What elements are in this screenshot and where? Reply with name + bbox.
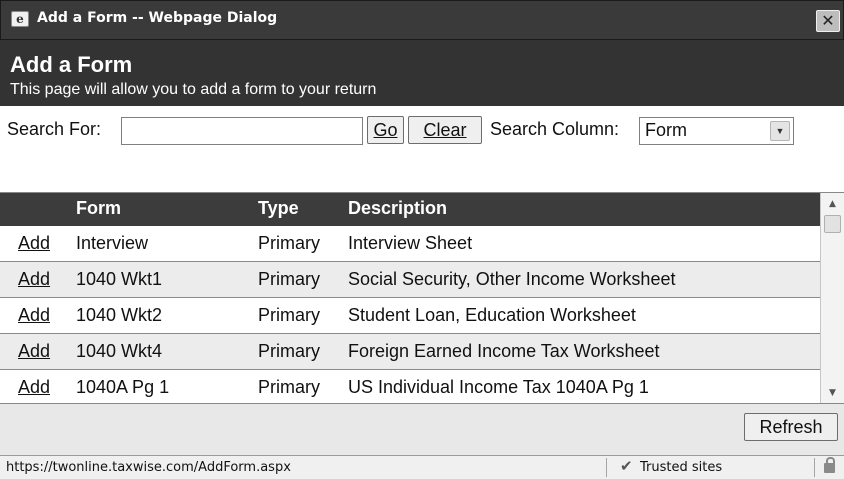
table-row: Add 1040 Wkt2 Primary Student Loan, Educ… [0, 298, 820, 334]
type-cell: Primary [258, 233, 320, 253]
form-cell: 1040 Wkt1 [76, 269, 163, 289]
search-column-value: Form [645, 120, 687, 140]
table-row: Add Interview Primary Interview Sheet [0, 226, 820, 262]
add-link[interactable]: Add [18, 269, 50, 290]
clear-button[interactable]: Clear [408, 116, 482, 144]
type-cell: Primary [258, 305, 320, 325]
lock-icon [824, 457, 835, 473]
search-column-label: Search Column: [490, 119, 620, 139]
security-zone: Trusted sites [640, 460, 723, 475]
type-cell: Primary [258, 269, 320, 289]
scroll-up-icon[interactable]: ▲ [823, 195, 842, 213]
add-link[interactable]: Add [18, 341, 50, 362]
description-cell: Interview Sheet [348, 233, 473, 253]
table-row: Add 1040 Wkt1 Primary Social Security, O… [0, 262, 820, 298]
form-cell: 1040 Wkt4 [76, 341, 163, 361]
description-cell: Student Loan, Education Worksheet [348, 305, 636, 325]
search-input[interactable] [121, 117, 363, 145]
form-cell: 1040 Wkt2 [76, 305, 163, 325]
table-row: Add 1040 Wkt4 Primary Foreign Earned Inc… [0, 334, 820, 370]
forms-grid: Form Type Description Add Interview Prim… [0, 192, 844, 403]
column-header-form[interactable]: Form [76, 198, 121, 219]
scroll-down-icon[interactable]: ▼ [823, 384, 842, 402]
add-link[interactable]: Add [18, 233, 50, 254]
page-title: Add a Form [10, 52, 133, 77]
dialog-titlebar: e Add a Form -- Webpage Dialog ✕ [0, 0, 844, 40]
column-header-description[interactable]: Description [348, 198, 447, 219]
column-header-type[interactable]: Type [258, 198, 299, 219]
type-cell: Primary [258, 377, 320, 397]
status-bar: https://twonline.taxwise.com/AddForm.asp… [0, 455, 844, 479]
add-link[interactable]: Add [18, 377, 50, 398]
description-cell: Social Security, Other Income Worksheet [348, 269, 676, 289]
table-row: Add 1040A Pg 1 Primary US Individual Inc… [0, 370, 820, 403]
grid-scrollbar[interactable]: ▲ ▼ [820, 193, 844, 403]
close-button[interactable]: ✕ [816, 10, 840, 32]
window-title: Add a Form -- Webpage Dialog [37, 10, 278, 26]
status-divider [606, 458, 607, 477]
grid-header: Form Type Description [0, 193, 820, 226]
page-subtitle: This page will allow you to add a form t… [10, 81, 377, 98]
chevron-down-icon[interactable]: ▼ [770, 121, 790, 141]
check-icon: ✔ [620, 457, 633, 475]
go-button[interactable]: Go [367, 116, 404, 144]
description-cell: US Individual Income Tax 1040A Pg 1 [348, 377, 649, 397]
search-for-label: Search For: [7, 119, 102, 139]
search-column-select[interactable]: Form ▼ [639, 117, 794, 145]
ie-page-icon: e [11, 11, 29, 27]
description-cell: Foreign Earned Income Tax Worksheet [348, 341, 660, 361]
form-cell: Interview [76, 233, 149, 253]
add-link[interactable]: Add [18, 305, 50, 326]
dialog-footer: Refresh [0, 403, 844, 455]
scroll-thumb[interactable] [824, 215, 841, 233]
page-header: Add a Form This page will allow you to a… [0, 40, 844, 106]
search-bar: Search For: Go Clear Search Column: Form… [0, 112, 844, 148]
refresh-button[interactable]: Refresh [744, 413, 838, 441]
close-icon: ✕ [821, 11, 835, 30]
form-cell: 1040A Pg 1 [76, 377, 170, 397]
status-url: https://twonline.taxwise.com/AddForm.asp… [6, 460, 291, 475]
status-divider [814, 458, 815, 477]
type-cell: Primary [258, 341, 320, 361]
